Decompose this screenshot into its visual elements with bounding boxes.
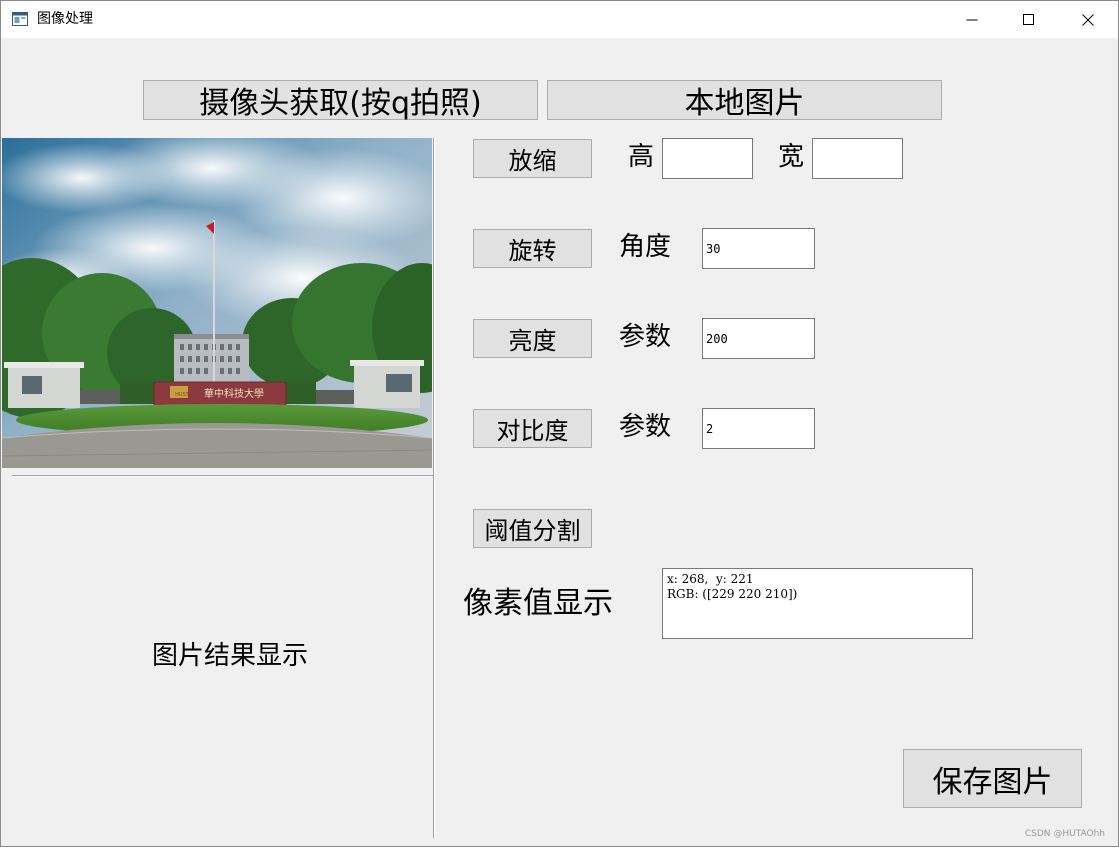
brightness-button[interactable]: 亮度: [473, 319, 592, 358]
window-title: 图像处理: [37, 11, 93, 27]
sign-logo: HUST: [175, 392, 190, 398]
threshold-button[interactable]: 阈值分割: [473, 509, 592, 548]
title-bar[interactable]: 图像处理: [1, 1, 1118, 38]
pixel-coords-line: x: 268, y: 221: [667, 572, 754, 586]
pixel-rgb-line: RGB: ([229 220 210]): [667, 587, 798, 601]
watermark: CSDN @HUTAOhh: [1024, 829, 1105, 839]
sign-text: 華中科技大學: [204, 387, 264, 400]
close-icon: [1082, 13, 1094, 26]
pixel-value-label: 像素值显示: [463, 586, 613, 621]
contrast-button[interactable]: 对比度: [473, 409, 592, 448]
contrast-input[interactable]: 2: [702, 408, 815, 449]
contrast-param-label: 参数: [619, 412, 672, 442]
width-label: 宽: [778, 142, 805, 172]
minimize-icon: [966, 19, 978, 20]
result-image-placeholder: 图片结果显示: [152, 641, 309, 671]
brightness-param-label: 参数: [619, 322, 672, 352]
horizontal-divider: [12, 475, 433, 477]
vertical-divider: [433, 138, 435, 838]
local-image-button[interactable]: 本地图片: [547, 80, 942, 121]
height-label: 高: [628, 142, 655, 172]
width-input[interactable]: [812, 138, 903, 179]
rotate-button[interactable]: 旋转: [473, 229, 592, 268]
camera-capture-button[interactable]: 摄像头获取(按q拍照): [143, 80, 538, 121]
maximize-icon: [1023, 13, 1034, 25]
minimize-button[interactable]: [949, 1, 995, 38]
angle-label: 角度: [619, 232, 672, 262]
angle-input[interactable]: 30: [702, 228, 815, 269]
maximize-button[interactable]: [1006, 1, 1052, 38]
close-button[interactable]: [1065, 1, 1111, 38]
pixel-value-textbox[interactable]: x: 268, y: 221 RGB: ([229 220 210]): [662, 568, 973, 639]
zoom-button[interactable]: 放缩: [473, 139, 592, 178]
save-image-button[interactable]: 保存图片: [903, 749, 1082, 808]
brightness-input[interactable]: 200: [702, 318, 815, 359]
app-window-icon: [12, 11, 28, 26]
source-image[interactable]: HUST 華中科技大學: [2, 138, 432, 468]
height-input[interactable]: [662, 138, 753, 179]
